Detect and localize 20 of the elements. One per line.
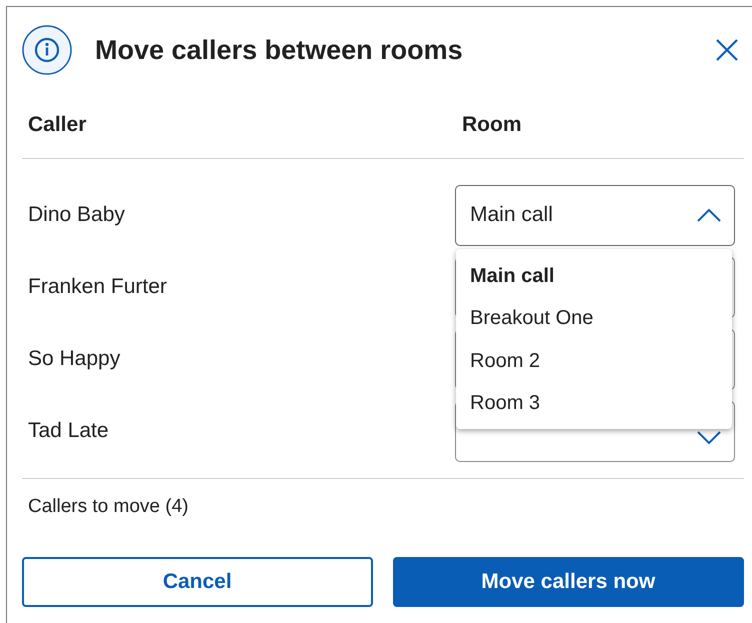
column-header: Caller bbox=[28, 112, 88, 138]
caller-name: Dino Baby bbox=[27, 202, 126, 228]
close-icon bbox=[716, 39, 738, 61]
caller-name: Tad Late bbox=[27, 418, 110, 444]
column-header: Room bbox=[462, 112, 522, 138]
chevron-down-icon bbox=[696, 431, 722, 445]
room-select[interactable]: Main call bbox=[455, 184, 735, 246]
info-icon bbox=[22, 25, 72, 75]
move-callers-button[interactable]: Move callers now bbox=[392, 557, 744, 607]
chevron-up-icon bbox=[696, 208, 722, 222]
dialog-title: Move callers between rooms bbox=[95, 34, 463, 67]
dropdown-option[interactable]: Room 2 bbox=[456, 340, 732, 382]
dropdown-option[interactable]: Breakout One bbox=[456, 297, 732, 340]
dropdown-option[interactable]: Main call bbox=[456, 254, 732, 297]
callers-count: Callers to move (4) bbox=[28, 496, 188, 517]
dropdown-option[interactable]: Room 3 bbox=[456, 382, 732, 424]
cancel-button[interactable]: Cancel bbox=[22, 557, 372, 607]
caller-name: So Happy bbox=[27, 346, 122, 372]
close-button[interactable] bbox=[714, 37, 740, 63]
caller-name: Franken Furter bbox=[27, 274, 168, 300]
